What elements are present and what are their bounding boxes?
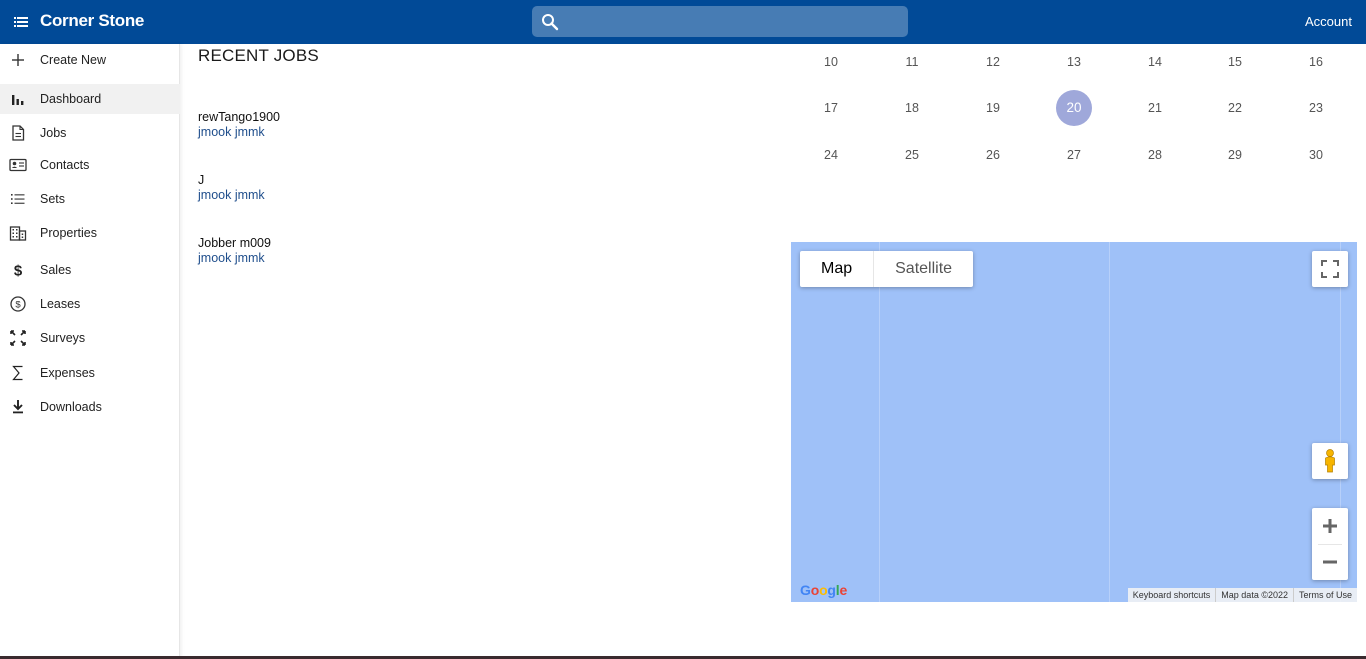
- calendar-day-today[interactable]: 20: [1056, 90, 1092, 126]
- minus-icon: [1323, 560, 1337, 564]
- calendar-day[interactable]: 11: [894, 44, 930, 80]
- download-icon: [13, 400, 23, 414]
- calendar-day[interactable]: 17: [813, 90, 849, 126]
- sidebar-item-expenses[interactable]: Expenses: [0, 358, 180, 388]
- sidebar-item-sets[interactable]: Sets: [0, 184, 180, 214]
- calendar-day[interactable]: 14: [1137, 44, 1173, 80]
- job-list-item[interactable]: Jobber m009 jmook jmmk: [198, 236, 498, 265]
- calendar-day[interactable]: 29: [1217, 137, 1253, 173]
- contact-card-icon: [9, 158, 27, 172]
- plus-icon: [12, 54, 24, 66]
- dollar-circle-icon: $: [10, 296, 26, 312]
- sidebar-item-label: Create New: [40, 53, 106, 67]
- sigma-icon: [12, 365, 23, 381]
- sidebar-item-surveys[interactable]: Surveys: [0, 323, 180, 353]
- dollar-icon: $: [14, 263, 23, 280]
- map-attribution: Keyboard shortcuts Map data ©2022 Terms …: [1127, 588, 1357, 602]
- map-view[interactable]: Map Satellite Google Keyboard shortcuts: [791, 242, 1357, 602]
- sidebar-item-label: Properties: [40, 226, 97, 240]
- map-grid-line: [1109, 242, 1110, 602]
- fullscreen-icon: [1321, 260, 1339, 278]
- svg-text:$: $: [14, 263, 23, 280]
- search-icon[interactable]: [541, 13, 559, 31]
- map-type-satellite-button[interactable]: Satellite: [874, 251, 973, 287]
- calendar-day[interactable]: 24: [813, 137, 849, 173]
- calendar-day[interactable]: 12: [975, 44, 1011, 80]
- sidebar-item-contacts[interactable]: Contacts: [0, 150, 180, 180]
- job-list-item[interactable]: rewTango1900 jmook jmmk: [198, 110, 498, 139]
- sidebar-item-jobs[interactable]: Jobs: [0, 118, 180, 148]
- calendar-day[interactable]: 15: [1217, 44, 1253, 80]
- calendar-day[interactable]: 16: [1298, 44, 1334, 80]
- search-bar[interactable]: [532, 6, 908, 37]
- app-title[interactable]: Corner Stone: [40, 11, 144, 31]
- job-name[interactable]: rewTango1900: [198, 110, 498, 124]
- bar-chart-icon: [12, 95, 24, 105]
- calendar-day[interactable]: 30: [1298, 137, 1334, 173]
- search-input[interactable]: [566, 6, 896, 37]
- svg-text:$: $: [15, 300, 21, 311]
- sidebar-item-label: Leases: [40, 297, 81, 311]
- zoom-controls: [1312, 508, 1348, 580]
- map-type-toggle: Map Satellite: [800, 251, 974, 287]
- street-view-pegman[interactable]: [1312, 443, 1348, 479]
- calendar-day[interactable]: 25: [894, 137, 930, 173]
- map-data-text: Map data ©2022: [1215, 588, 1293, 602]
- job-name[interactable]: Jobber m009: [198, 236, 498, 250]
- calendar-day[interactable]: 21: [1137, 90, 1173, 126]
- sidebar-item-leases[interactable]: $ Leases: [0, 289, 180, 319]
- list-icon: [11, 194, 25, 204]
- zoom-in-button[interactable]: [1312, 508, 1348, 544]
- sidebar-item-properties[interactable]: Properties: [0, 218, 180, 248]
- sidebar-item-downloads[interactable]: Downloads: [0, 392, 180, 422]
- job-name[interactable]: J: [198, 173, 498, 187]
- job-owner-link[interactable]: jmook jmmk: [198, 251, 498, 265]
- sidebar-item-label: Dashboard: [40, 92, 102, 106]
- calendar-day[interactable]: 13: [1056, 44, 1092, 80]
- sidebar-item-dashboard[interactable]: Dashboard: [0, 84, 180, 114]
- sidebar-item-label: Jobs: [40, 126, 67, 140]
- fullscreen-button[interactable]: [1312, 251, 1348, 287]
- terms-of-use-link[interactable]: Terms of Use: [1292, 588, 1357, 602]
- job-list-item[interactable]: J jmook jmmk: [198, 173, 498, 202]
- document-icon: [12, 125, 25, 141]
- calendar-day[interactable]: 19: [975, 90, 1011, 126]
- sidebar-item-label: Surveys: [40, 331, 86, 345]
- keyboard-shortcuts-link[interactable]: Keyboard shortcuts: [1128, 588, 1216, 602]
- sidebar-item-sales[interactable]: $ Sales: [0, 255, 180, 285]
- expand-icon: [10, 330, 26, 346]
- sidebar-item-label: Expenses: [40, 366, 95, 380]
- google-logo: Google: [800, 582, 848, 598]
- sidebar-item-label: Sets: [40, 192, 66, 206]
- sidebar: Create New Dashboard Jobs Contacts Sets …: [0, 44, 180, 659]
- plus-icon: [1323, 519, 1337, 533]
- sidebar-item-create-new[interactable]: Create New: [0, 45, 180, 75]
- job-owner-link[interactable]: jmook jmmk: [198, 188, 498, 202]
- calendar-day[interactable]: 28: [1137, 137, 1173, 173]
- calendar-day[interactable]: 18: [894, 90, 930, 126]
- sidebar-item-label: Downloads: [40, 400, 102, 414]
- calendar-day[interactable]: 23: [1298, 90, 1334, 126]
- job-owner-link[interactable]: jmook jmmk: [198, 125, 498, 139]
- app-bar: Corner Stone Account: [0, 0, 1366, 44]
- building-icon: [9, 226, 27, 241]
- map-grid-line: [879, 242, 880, 602]
- account-button[interactable]: Account: [1305, 14, 1352, 29]
- calendar-day[interactable]: 26: [975, 137, 1011, 173]
- sidebar-item-label: Sales: [40, 263, 72, 277]
- sidebar-item-label: Contacts: [40, 158, 90, 172]
- map-type-map-button[interactable]: Map: [800, 251, 875, 287]
- calendar-day[interactable]: 22: [1217, 90, 1253, 126]
- zoom-out-button[interactable]: [1312, 544, 1348, 580]
- calendar-day[interactable]: 10: [813, 44, 849, 80]
- menu-icon[interactable]: [12, 13, 30, 31]
- calendar-day[interactable]: 27: [1056, 137, 1092, 173]
- recent-jobs-title: RECENT JOBS: [198, 46, 319, 65]
- pegman-icon: [1325, 449, 1335, 473]
